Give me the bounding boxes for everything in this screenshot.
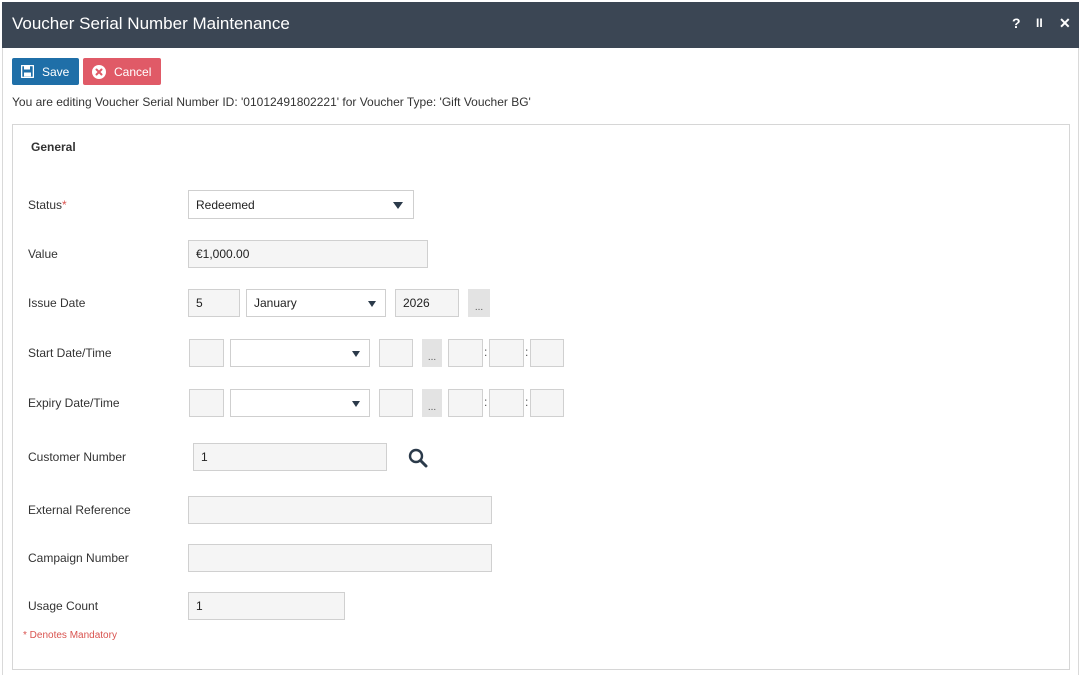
chevron-down-icon: [352, 401, 360, 407]
start-date-picker-button[interactable]: ...: [422, 339, 442, 367]
expiry-day-input[interactable]: [189, 389, 224, 417]
expiry-second-input[interactable]: [530, 389, 564, 417]
window-titlebar: Voucher Serial Number Maintenance ? II ✕: [2, 2, 1079, 48]
status-label-text: Status: [28, 198, 63, 212]
external-reference-label: External Reference: [28, 503, 131, 517]
time-separator: :: [484, 395, 488, 409]
expiry-year-input[interactable]: [379, 389, 413, 417]
start-year-input[interactable]: [379, 339, 413, 367]
usage-count-input[interactable]: 1: [188, 592, 345, 620]
external-reference-input[interactable]: [188, 496, 492, 524]
start-datetime-label: Start Date/Time: [28, 346, 112, 360]
expiry-minute-input[interactable]: [489, 389, 524, 417]
cancel-button[interactable]: Cancel: [83, 58, 161, 85]
value-input[interactable]: €1,000.00: [188, 240, 428, 268]
save-label: Save: [42, 64, 70, 79]
status-select[interactable]: Redeemed: [188, 190, 414, 219]
issue-day-input[interactable]: 5: [188, 289, 240, 317]
mandatory-footnote: * Denotes Mandatory: [23, 630, 117, 641]
start-second-input[interactable]: [530, 339, 564, 367]
customer-number-label: Customer Number: [28, 450, 127, 464]
expiry-datetime-label: Expiry Date/Time: [28, 396, 120, 410]
status-label: Status*: [28, 198, 67, 212]
campaign-number-input[interactable]: [188, 544, 492, 572]
issue-month-select[interactable]: January: [246, 289, 386, 317]
cancel-label: Cancel: [114, 64, 152, 79]
editing-info-text: You are editing Voucher Serial Number ID…: [12, 95, 531, 109]
pause-icon[interactable]: II: [1036, 16, 1043, 30]
close-icon[interactable]: ✕: [1059, 15, 1071, 32]
floppy-disk-icon: [21, 65, 34, 78]
time-separator: :: [525, 395, 529, 409]
start-day-input[interactable]: [189, 339, 224, 367]
time-separator: :: [525, 345, 529, 359]
status-value: Redeemed: [196, 197, 255, 212]
save-button[interactable]: Save: [12, 58, 79, 85]
chevron-down-icon: [393, 202, 403, 209]
customer-number-input[interactable]: 1: [193, 443, 387, 471]
help-icon[interactable]: ?: [1012, 15, 1021, 31]
issue-month-value: January: [254, 296, 297, 310]
chevron-down-icon: [352, 351, 360, 357]
cancel-circle-icon: [92, 64, 106, 79]
section-title: General: [31, 140, 76, 154]
search-icon[interactable]: [408, 448, 428, 471]
issue-year-input[interactable]: 2026: [395, 289, 459, 317]
expiry-date-picker-button[interactable]: ...: [422, 389, 442, 417]
start-hour-input[interactable]: [448, 339, 483, 367]
chevron-down-icon: [368, 301, 376, 307]
expiry-month-select[interactable]: [230, 389, 370, 417]
usage-count-label: Usage Count: [28, 599, 99, 613]
issue-date-picker-button[interactable]: ...: [468, 289, 490, 317]
campaign-number-label: Campaign Number: [28, 551, 129, 565]
start-month-select[interactable]: [230, 339, 370, 367]
value-label: Value: [28, 247, 58, 261]
start-minute-input[interactable]: [489, 339, 524, 367]
window-title: Voucher Serial Number Maintenance: [12, 14, 290, 33]
expiry-hour-input[interactable]: [448, 389, 483, 417]
issue-date-label: Issue Date: [28, 296, 86, 310]
time-separator: :: [484, 345, 488, 359]
required-marker: *: [62, 198, 67, 212]
